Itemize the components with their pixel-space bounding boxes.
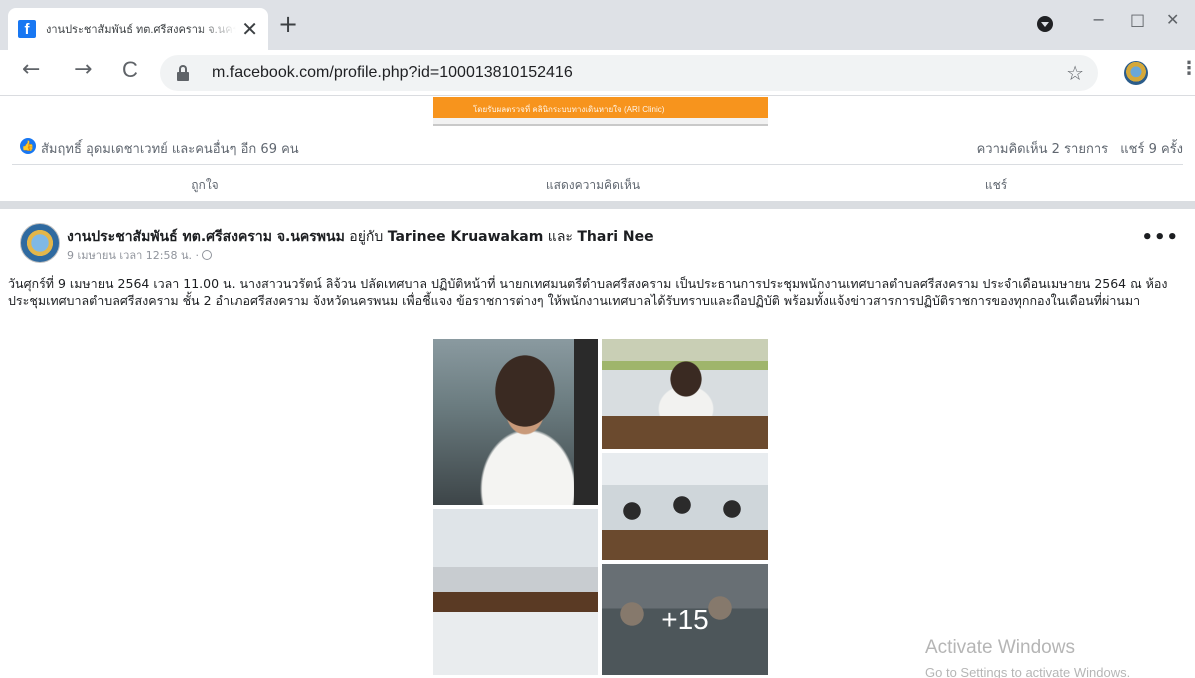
kebab-menu-icon[interactable]: ⋮ <box>1180 60 1195 78</box>
browser-toolbar: ← → C m.facebook.com/profile.php?id=1000… <box>0 50 1195 96</box>
post-timestamp[interactable]: 9 เมษายน เวลา 12:58 น. · <box>67 246 212 264</box>
post-photo-2[interactable] <box>602 339 768 449</box>
share-button[interactable]: แชร์ <box>985 176 1007 195</box>
reactions-summary: 👍 สัมฤทธิ์ อุดมเดชาเวทย์ และคนอื่นๆ อีก … <box>0 133 1195 161</box>
shares-count[interactable]: แชร์ 9 ครั้ง <box>1120 142 1183 157</box>
post-text: วันศุกร์ที่ 9 เมษายน 2564 เวลา 11.00 น. … <box>8 276 1168 308</box>
post-actions: ถูกใจ แสดงความคิดเห็น แชร์ <box>0 169 1195 197</box>
lock-icon[interactable] <box>176 65 190 81</box>
more-photos-overlay[interactable]: +15 <box>602 564 768 675</box>
window-close-button[interactable]: ✕ <box>1166 10 1179 29</box>
comment-button[interactable]: แสดงความคิดเห็น <box>546 176 640 195</box>
previous-post-image-caption: โดยรับผลตรวจที่ คลินิกระบบทางเดินหายใจ (… <box>473 105 665 114</box>
page-avatar[interactable] <box>20 223 60 263</box>
facebook-page: โดยรับผลตรวจที่ คลินิกระบบทางเดินหายใจ (… <box>0 97 1195 678</box>
with-word: อยู่กับ <box>349 229 384 245</box>
and-word: และ <box>547 229 573 245</box>
extension-avatar-icon[interactable] <box>1124 61 1148 85</box>
divider <box>12 164 1183 165</box>
address-bar[interactable]: m.facebook.com/profile.php?id=1000138101… <box>160 55 1098 91</box>
comments-count[interactable]: ความคิดเห็น 2 รายการ <box>977 142 1109 157</box>
post-photo-4[interactable] <box>433 509 598 675</box>
more-options-icon[interactable]: ••• <box>1141 227 1179 248</box>
post-header: งานประชาสัมพันธ์ ทต.ศรีสงคราม จ.นครพนม อ… <box>67 226 654 248</box>
reload-icon[interactable]: C <box>122 59 138 81</box>
forward-arrow-icon[interactable]: → <box>74 59 92 81</box>
minimize-button[interactable]: − <box>1092 10 1105 29</box>
url-text[interactable]: m.facebook.com/profile.php?id=1000138101… <box>212 64 573 82</box>
browser-tab[interactable]: f งานประชาสัมพันธ์ ทต.ศรีสงคราม จ.นครพนม… <box>8 8 268 50</box>
feed-separator <box>0 201 1195 209</box>
tagged-user-1[interactable]: Tarinee Kruawakam <box>388 229 544 245</box>
maximize-button[interactable]: □ <box>1130 10 1145 29</box>
post-author[interactable]: งานประชาสัมพันธ์ ทต.ศรีสงคราม จ.นครพนม <box>67 229 345 245</box>
like-button[interactable]: ถูกใจ <box>191 176 218 195</box>
plus-icon[interactable]: + <box>278 12 298 36</box>
star-icon[interactable]: ☆ <box>1066 61 1084 85</box>
like-icon: 👍 <box>20 138 36 154</box>
tab-title: งานประชาสัมพันธ์ ทต.ศรีสงคราม จ.นครพนม <box>46 24 236 36</box>
engagement-counts: ความคิดเห็น 2 รายการ แชร์ 9 ครั้ง <box>969 138 1183 159</box>
back-arrow-icon[interactable]: ← <box>22 59 40 81</box>
post-photo-1[interactable] <box>433 339 598 505</box>
tagged-user-2[interactable]: Thari Nee <box>577 229 653 245</box>
activate-windows-subtitle: Go to Settings to activate Windows. <box>925 665 1131 678</box>
reactors-text[interactable]: สัมฤทธิ์ อุดมเดชาเวทย์ และคนอื่นๆ อีก 69… <box>41 138 299 159</box>
facebook-favicon-icon: f <box>18 20 36 38</box>
close-icon[interactable]: ✕ <box>241 19 258 39</box>
previous-post-image[interactable]: โดยรับผลตรวจที่ คลินิกระบบทางเดินหายใจ (… <box>433 97 768 126</box>
browser-tab-bar: f งานประชาสัมพันธ์ ทต.ศรีสงคราม จ.นครพนม… <box>0 0 1195 50</box>
post-photo-3[interactable] <box>602 453 768 560</box>
activate-windows-title: Activate Windows <box>925 637 1075 658</box>
profile-icon[interactable] <box>1037 16 1053 32</box>
post-time-text: 9 เมษายน เวลา 12:58 น. · <box>67 249 199 262</box>
globe-icon <box>201 250 212 260</box>
